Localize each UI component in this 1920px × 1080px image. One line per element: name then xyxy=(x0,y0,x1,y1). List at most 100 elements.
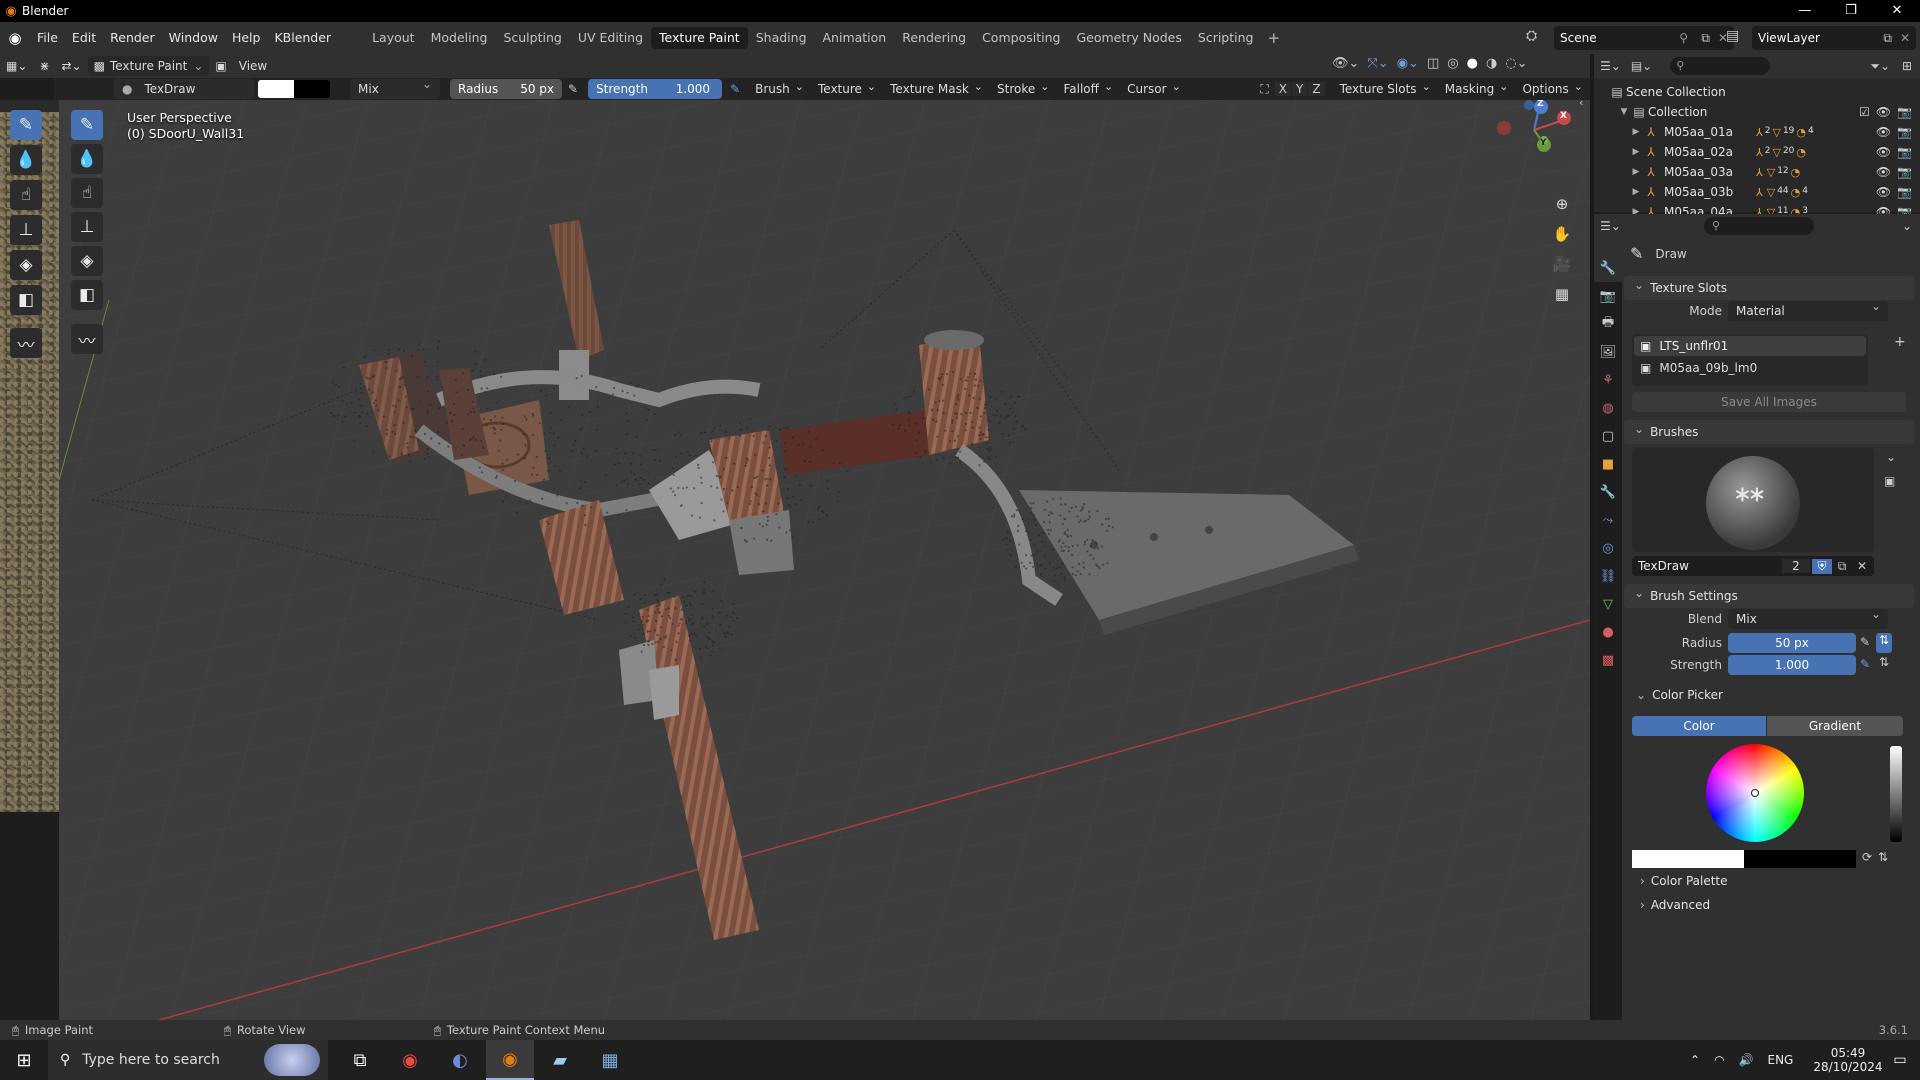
view-layer-selector[interactable]: ViewLayer ⧉ ✕ xyxy=(1752,26,1916,50)
discord-icon[interactable]: ◐ xyxy=(436,1040,484,1080)
brush-settings-panel-header[interactable]: Brush Settings xyxy=(1624,584,1914,608)
scene-tab-icon[interactable]: ⚘ xyxy=(1594,366,1622,394)
advanced-subpanel[interactable]: › Advanced xyxy=(1640,898,1710,912)
menu-kblender[interactable]: KBlender xyxy=(267,22,338,54)
draw-tool-icon[interactable]: ✎ xyxy=(71,110,103,140)
value-slider[interactable] xyxy=(1890,746,1902,842)
tab-sculpting[interactable]: Sculpting xyxy=(495,27,569,49)
add-slot-icon[interactable]: + xyxy=(1894,334,1906,350)
windows-start-icon[interactable]: ⊞ xyxy=(0,1040,48,1080)
zoom-icon[interactable]: ⊕ xyxy=(1548,190,1576,218)
collection-tab-icon[interactable]: ▢ xyxy=(1594,422,1622,450)
masking-menu[interactable]: Masking xyxy=(1438,79,1516,99)
camera-icon[interactable]: 📷 xyxy=(1897,185,1912,199)
texture-slot-item[interactable]: ▣ LTS_unflr01 xyxy=(1634,336,1866,356)
primary-color-field[interactable] xyxy=(1632,850,1744,868)
search-highlight-icon[interactable] xyxy=(264,1044,320,1076)
image-soften-tool-icon[interactable]: 💧 xyxy=(10,145,42,175)
menu-help[interactable]: Help xyxy=(225,22,268,54)
color-tab[interactable]: Color xyxy=(1632,716,1766,736)
tab-compositing[interactable]: Compositing xyxy=(974,27,1068,49)
gizmo-y-label[interactable]: Y xyxy=(1540,138,1547,148)
brush-selector[interactable]: ● TexDraw xyxy=(114,79,254,99)
calculator-icon[interactable]: ▦ xyxy=(586,1040,634,1080)
display-mode-icon[interactable]: ▤⌄ xyxy=(1631,59,1652,73)
brush-menu[interactable]: Brush xyxy=(748,79,811,99)
color-pressure-icon[interactable]: ⇅ xyxy=(1878,850,1888,864)
properties-editor-icon[interactable]: ☰⌄ xyxy=(1600,219,1621,233)
render-tab-icon[interactable]: 📷 xyxy=(1594,282,1622,310)
blend-dropdown[interactable]: Mix xyxy=(1728,607,1888,629)
xray-icon[interactable]: ◫ xyxy=(1427,56,1439,71)
expand-arrow-icon[interactable]: ▶ xyxy=(1630,167,1642,177)
wifi-icon[interactable]: ◠ xyxy=(1714,1053,1724,1067)
pivot-icon[interactable]: ⇄⌄ xyxy=(55,56,87,76)
texture-tab-icon[interactable]: ▩ xyxy=(1594,646,1622,674)
strength-pressure-icon[interactable]: ✎ xyxy=(730,82,740,96)
texture-slot-item[interactable]: ▣ M05aa_09b_lm0 xyxy=(1634,358,1866,378)
scene-selector[interactable]: Scene ⚲ ⧉ ✕ xyxy=(1554,26,1734,50)
remove-view-layer-icon[interactable]: ✕ xyxy=(1900,31,1910,45)
transform-orientation-icon[interactable]: ⋇ xyxy=(33,56,55,76)
annotate-tool-icon[interactable]: 〰 xyxy=(71,324,103,354)
perspective-grid-icon[interactable]: ▦ xyxy=(1548,280,1576,308)
strength-unit-icon[interactable]: ⇅ xyxy=(1876,655,1892,675)
camera-view-icon[interactable]: 🎥 xyxy=(1548,250,1576,278)
brush-name-field[interactable]: TexDraw 2 ⛨ ⧉ ✕ xyxy=(1632,556,1874,576)
material-tab-icon[interactable]: ● xyxy=(1594,618,1622,646)
mode-selector[interactable]: ▩ Texture Paint ⌄ xyxy=(87,56,210,76)
save-all-images-button[interactable]: Save All Images xyxy=(1632,392,1906,412)
image-annotate-tool-icon[interactable]: 〰 xyxy=(10,328,42,358)
color-palette-subpanel[interactable]: › Color Palette xyxy=(1640,874,1728,888)
menu-edit[interactable]: Edit xyxy=(65,22,103,54)
image-fill-tool-icon[interactable]: ◈ xyxy=(10,250,42,280)
color-wheel[interactable] xyxy=(1706,744,1804,842)
radius-slider[interactable]: Radius 50 px xyxy=(450,79,562,99)
filter-icon[interactable]: ⏷⌄ xyxy=(1870,59,1890,74)
gizmo-z-label[interactable]: Z xyxy=(1537,100,1544,109)
eye-icon[interactable]: 👁 xyxy=(1876,185,1891,199)
outliner-object-row[interactable]: ▶ ⅄ M05aa_03a ⅄ ▽ 12 ◔ 👁 📷 xyxy=(1594,162,1920,182)
properties-options-icon[interactable]: ⌄ xyxy=(1902,219,1912,233)
new-collection-icon[interactable]: ⊞ xyxy=(1902,59,1912,73)
brush-list-toggle-icon[interactable]: ⌄ xyxy=(1886,450,1896,464)
menu-render[interactable]: Render xyxy=(103,22,162,54)
tab-scripting[interactable]: Scripting xyxy=(1190,27,1262,49)
color-picker-subpanel-header[interactable]: ⌄ Color Picker xyxy=(1636,688,1723,702)
eye-icon[interactable]: 👁 xyxy=(1876,125,1891,139)
image-draw-tool-icon[interactable]: ✎ xyxy=(10,110,42,140)
pan-hand-icon[interactable]: ✋ xyxy=(1548,220,1576,248)
gizmo-x-label[interactable]: X xyxy=(1560,111,1567,121)
fake-user-shield-icon[interactable]: ⛨ xyxy=(1812,558,1832,574)
notepad-icon[interactable]: ▰ xyxy=(536,1040,584,1080)
world-tab-icon[interactable]: ◍ xyxy=(1594,394,1622,422)
expand-arrow-icon[interactable]: ▶ xyxy=(1630,127,1642,137)
new-view-layer-icon[interactable]: ⧉ xyxy=(1883,31,1892,46)
texture-slots-panel-header[interactable]: Texture Slots xyxy=(1624,276,1914,300)
taskbar-search-input[interactable]: ⚲ Type here to search xyxy=(48,1040,328,1080)
visibility-icon[interactable]: 👁⌄ xyxy=(1332,56,1359,71)
secondary-color-field[interactable] xyxy=(1744,850,1856,868)
object-tab-icon[interactable]: ■ xyxy=(1594,450,1622,478)
eye-icon[interactable]: 👁 xyxy=(1876,145,1891,159)
outliner-editor-icon[interactable]: ☰⌄ xyxy=(1600,59,1621,73)
pin-icon[interactable]: ⚲ xyxy=(1679,31,1688,45)
brush-preview[interactable]: ᕯ xyxy=(1632,448,1874,552)
3d-viewport[interactable]: User Perspective (0) SDoorU_Wall31 Z X Y… xyxy=(59,100,1590,1020)
checkbox-icon[interactable]: ☑ xyxy=(1859,105,1870,119)
strength-pressure-icon[interactable]: ✎ xyxy=(1860,657,1870,671)
tab-layout[interactable]: Layout xyxy=(364,27,423,49)
radius-pressure-icon[interactable]: ✎ xyxy=(1860,635,1870,649)
mask-tool-icon[interactable]: ◧ xyxy=(71,280,103,310)
properties-search-input[interactable]: ⚲ xyxy=(1704,217,1814,235)
unlink-brush-icon[interactable]: ✕ xyxy=(1852,559,1872,573)
strength-slider[interactable]: 1.000 xyxy=(1728,655,1856,675)
texture-mask-menu[interactable]: Texture Mask xyxy=(883,79,990,99)
expand-arrow-icon[interactable]: ▼ xyxy=(1618,107,1630,117)
physics-tab-icon[interactable]: ◎ xyxy=(1594,534,1622,562)
camera-icon[interactable]: 📷 xyxy=(1897,125,1912,139)
constraints-tab-icon[interactable]: ⛓ xyxy=(1594,562,1622,590)
particles-tab-icon[interactable]: ⤳ xyxy=(1594,506,1622,534)
smear-tool-icon[interactable]: ☝ xyxy=(71,178,103,208)
camera-icon[interactable]: 📷 xyxy=(1897,165,1912,179)
